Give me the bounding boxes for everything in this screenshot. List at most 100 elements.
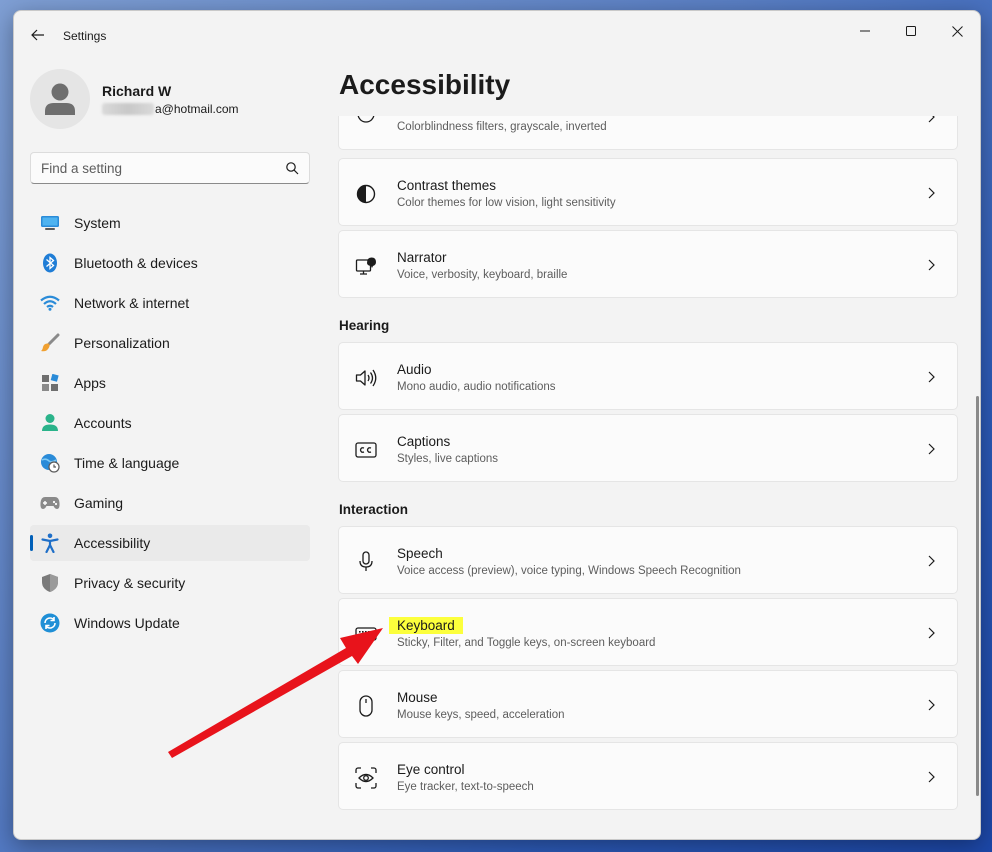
sidebar-item-accounts[interactable]: Accounts — [30, 405, 310, 441]
person-icon — [40, 413, 60, 433]
card-subtitle: Mouse keys, speed, acceleration — [397, 709, 565, 721]
page-title: Accessibility — [339, 69, 511, 100]
chevron-right-icon — [925, 698, 937, 712]
narrator-card[interactable]: Narrator Voice, verbosity, keyboard, bra… — [338, 230, 958, 298]
update-icon — [40, 613, 60, 633]
chevron-right-icon — [925, 442, 937, 456]
keyboard-card[interactable]: Keyboard Sticky, Filter, and Toggle keys… — [338, 598, 958, 666]
app-title: Settings — [63, 29, 107, 43]
sidebar-item-label: Personalization — [74, 335, 170, 351]
maximize-icon — [906, 26, 916, 36]
sidebar-item-label: Time & language — [74, 455, 180, 471]
email-redaction — [102, 103, 154, 115]
card-subtitle: Voice access (preview), voice typing, Wi… — [397, 565, 741, 577]
globe-clock-icon — [40, 453, 60, 473]
chevron-right-icon — [925, 370, 937, 384]
sidebar-nav: System Bluetooth & devices Network & int… — [30, 205, 310, 645]
card-title: Audio — [397, 362, 432, 377]
user-email-text: a@hotmail.com — [155, 102, 239, 116]
avatar[interactable] — [30, 69, 90, 129]
card-subtitle: Mono audio, audio notifications — [397, 381, 556, 393]
sidebar-item-privacy-security[interactable]: Privacy & security — [30, 565, 310, 601]
audio-card[interactable]: Audio Mono audio, audio notifications — [338, 342, 958, 410]
user-email: a@hotmail.com — [102, 102, 239, 116]
sidebar-item-gaming[interactable]: Gaming — [30, 485, 310, 521]
monitor-icon — [40, 213, 60, 233]
back-button[interactable] — [28, 25, 48, 45]
microphone-icon — [355, 551, 377, 573]
chevron-right-icon — [925, 770, 937, 784]
sidebar-item-system[interactable]: System — [30, 205, 310, 241]
bluetooth-icon — [40, 253, 60, 273]
sidebar-item-accessibility[interactable]: Accessibility — [30, 525, 310, 561]
mouse-card[interactable]: Mouse Mouse keys, speed, acceleration — [338, 670, 958, 738]
card-subtitle: Voice, verbosity, keyboard, braille — [397, 269, 568, 281]
card-title: Contrast themes — [397, 178, 497, 193]
back-arrow-icon — [31, 29, 44, 41]
accessibility-icon — [40, 533, 60, 553]
sidebar-item-label: Bluetooth & devices — [74, 255, 198, 271]
contrast-themes-card[interactable]: Contrast themes Color themes for low vis… — [338, 158, 958, 226]
minimize-icon — [860, 30, 870, 32]
search-icon[interactable] — [285, 161, 299, 175]
sidebar-item-label: System — [74, 215, 121, 231]
minimize-button[interactable] — [842, 15, 888, 47]
close-icon — [951, 25, 963, 37]
apps-icon — [40, 373, 60, 393]
wifi-icon — [40, 293, 60, 313]
sidebar-item-network[interactable]: Network & internet — [30, 285, 310, 321]
speech-card[interactable]: Speech Voice access (preview), voice typ… — [338, 526, 958, 594]
sidebar-item-label: Accessibility — [74, 535, 151, 551]
eye-control-icon — [355, 767, 377, 789]
card-subtitle: Styles, live captions — [397, 453, 498, 465]
captions-icon — [355, 439, 377, 461]
sidebar-item-bluetooth[interactable]: Bluetooth & devices — [30, 245, 310, 281]
chevron-right-icon — [925, 626, 937, 640]
mouse-icon — [355, 695, 377, 717]
speaker-icon — [355, 367, 377, 389]
card-title: Narrator — [397, 250, 447, 265]
card-title: Keyboard — [389, 617, 463, 634]
search-input[interactable] — [41, 153, 271, 183]
card-subtitle: Color themes for low vision, light sensi… — [397, 197, 616, 209]
sidebar-item-personalization[interactable]: Personalization — [30, 325, 310, 361]
user-name: Richard W — [102, 83, 172, 99]
title-bar: Settings — [14, 11, 980, 59]
sidebar-item-label: Windows Update — [74, 615, 180, 631]
color-filters-card[interactable]: Colorblindness filters, grayscale, inver… — [338, 116, 958, 150]
eye-control-card[interactable]: Eye control Eye tracker, text-to-speech — [338, 742, 958, 810]
sidebar-item-label: Network & internet — [74, 295, 190, 311]
settings-list: Colorblindness filters, grayscale, inver… — [338, 116, 958, 831]
scrollbar-thumb[interactable] — [976, 396, 979, 796]
gamepad-icon — [40, 493, 60, 513]
maximize-button[interactable] — [888, 15, 934, 47]
narrator-icon — [355, 255, 377, 277]
sidebar-item-label: Apps — [74, 375, 106, 391]
keyboard-highlight: Keyboard — [389, 617, 463, 634]
chevron-right-icon — [925, 186, 937, 200]
sidebar-item-apps[interactable]: Apps — [30, 365, 310, 401]
chevron-right-icon — [925, 554, 937, 568]
chevron-right-icon — [925, 258, 937, 272]
sidebar-item-time-language[interactable]: Time & language — [30, 445, 310, 481]
section-header-interaction: Interaction — [339, 502, 409, 517]
brush-icon — [40, 333, 60, 353]
settings-window: Settings Richard W a@hotmail.com S — [13, 10, 981, 840]
sidebar-item-label: Gaming — [74, 495, 124, 511]
card-subtitle: Eye tracker, text-to-speech — [397, 781, 534, 793]
card-title: Mouse — [397, 690, 438, 705]
shield-icon — [40, 573, 60, 593]
card-subtitle: Sticky, Filter, and Toggle keys, on-scre… — [397, 637, 656, 649]
search-box[interactable] — [30, 152, 310, 184]
card-subtitle: Colorblindness filters, grayscale, inver… — [397, 121, 607, 133]
card-title: Eye control — [397, 762, 465, 777]
color-filters-icon — [355, 116, 377, 125]
section-header-hearing: Hearing — [339, 318, 390, 333]
card-title: Captions — [397, 434, 451, 449]
keyboard-icon — [355, 623, 377, 645]
captions-card[interactable]: Captions Styles, live captions — [338, 414, 958, 482]
card-title: Speech — [397, 546, 443, 561]
chevron-right-icon — [925, 116, 937, 124]
close-button[interactable] — [934, 15, 980, 47]
sidebar-item-windows-update[interactable]: Windows Update — [30, 605, 310, 641]
